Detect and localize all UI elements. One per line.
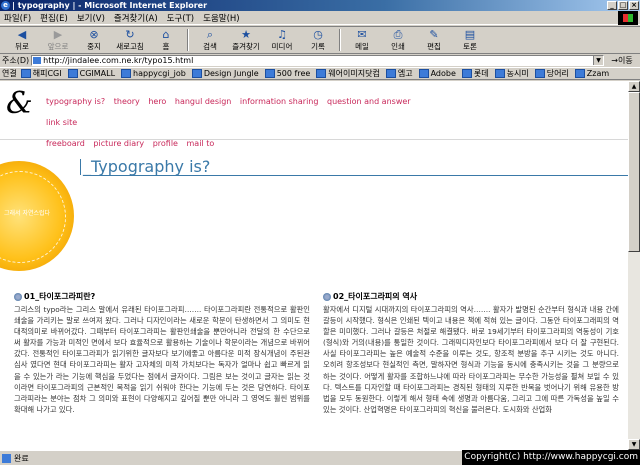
media-icon: ♫	[277, 27, 287, 41]
chevron-down-icon[interactable]: ▼	[593, 56, 603, 65]
nav-hero[interactable]: hero	[148, 97, 166, 106]
menu-bar: 파일(F) 편집(E) 보기(V) 즐겨찾기(A) 도구(T) 도움말(H)	[0, 11, 640, 25]
toolbar-separator	[187, 29, 189, 51]
search-button[interactable]: ⌕ 검색	[192, 27, 228, 53]
scroll-thumb[interactable]	[628, 92, 640, 252]
title-underline	[83, 175, 628, 176]
print-button[interactable]: ⎙ 인쇄	[380, 27, 416, 53]
link-item[interactable]: 당어리	[535, 68, 569, 79]
go-button[interactable]: →이동	[604, 55, 640, 66]
status-text: 완료	[14, 453, 29, 463]
discuss-icon: ▤	[464, 27, 476, 41]
nav-typography-is[interactable]: typography is?	[46, 97, 105, 106]
ie-icon: e	[1, 1, 10, 10]
link-item[interactable]: 500 free	[265, 69, 311, 78]
edit-icon: ✎	[429, 27, 439, 41]
refresh-button[interactable]: ↻ 새로고침	[112, 27, 148, 53]
nav-mail-to[interactable]: mail to	[187, 139, 215, 148]
page-title: _Typography is?	[79, 157, 211, 176]
section-typography-history: 02_타이포그라피의 역사 활자에서 디지털 시대까지의 타이포그라피의 역사……	[323, 291, 619, 415]
nav-freeboard[interactable]: freeboard	[46, 139, 85, 148]
section-what-is-typography: 01_타이포그라피란? 그리스의 typo라는 그리스 말에서 유래된 타이포그…	[14, 291, 310, 415]
page-done-icon	[2, 453, 11, 463]
vertical-scrollbar[interactable]: ▲ ▼	[628, 81, 640, 450]
media-button[interactable]: ♫ 미디어	[264, 27, 300, 53]
windows-logo-icon	[618, 11, 638, 25]
menu-tools[interactable]: 도구(T)	[167, 12, 194, 24]
link-item[interactable]: Zzam	[575, 69, 609, 78]
star-icon: ★	[241, 27, 251, 41]
stop-button[interactable]: ⊗ 중지	[76, 27, 112, 53]
edit-button[interactable]: ✎ 편집	[416, 27, 452, 53]
page-icon	[33, 57, 42, 64]
link-item[interactable]: 롯데	[462, 68, 489, 79]
nav-profile[interactable]: profile	[153, 139, 178, 148]
search-icon: ⌕	[206, 27, 214, 41]
link-item[interactable]: Adobe	[419, 69, 456, 78]
nav-picture-diary[interactable]: picture diary	[93, 139, 144, 148]
bullet-icon	[323, 292, 331, 301]
stop-icon: ⊗	[89, 27, 99, 41]
scroll-down-icon[interactable]: ▼	[628, 439, 640, 450]
mail-icon: ✉	[357, 27, 367, 41]
back-button[interactable]: ◀ 뒤로	[4, 27, 40, 53]
nav-question-and-answer[interactable]: question and answer	[327, 97, 411, 106]
nav-link-site[interactable]: link site	[46, 118, 77, 127]
title-bar: e | typography | - Microsoft Internet Ex…	[0, 0, 640, 11]
address-url: http://jindalee.com.ne.kr/typo15.html	[43, 56, 194, 65]
toolbar-separator	[339, 29, 341, 51]
copyright-watermark: Copyright(c) http://www.happycgi.com	[462, 450, 640, 465]
forward-button[interactable]: ▶ 앞으로	[40, 27, 76, 53]
menu-file[interactable]: 파일(F)	[4, 12, 31, 24]
address-input[interactable]: http://jindalee.com.ne.kr/typo15.html ▼	[31, 55, 604, 66]
link-item[interactable]: 해피CGI	[21, 68, 62, 79]
address-bar: 주소(D) http://jindalee.com.ne.kr/typo15.h…	[0, 54, 640, 67]
section-body: 그리스의 typo라는 그리스 말에서 유래된 타이포그라피……. 타이포그라피…	[14, 305, 310, 414]
bullet-icon	[14, 292, 22, 301]
nav-theory[interactable]: theory	[114, 97, 140, 106]
nav-hangul-design[interactable]: hangul design	[175, 97, 232, 106]
history-button[interactable]: ◷ 기록	[300, 27, 336, 53]
menu-favorites[interactable]: 즐겨찾기(A)	[114, 12, 158, 24]
minimize-button[interactable]: _	[607, 1, 617, 10]
address-label: 주소(D)	[2, 56, 30, 65]
section-heading: 01_타이포그라피란?	[24, 292, 96, 301]
nav-information-sharing[interactable]: information sharing	[240, 97, 319, 106]
link-item[interactable]: 웨어이미지닷컴	[316, 68, 380, 79]
menu-help[interactable]: 도움말(H)	[203, 12, 239, 24]
link-item[interactable]: CGIMALL	[68, 69, 115, 78]
home-button[interactable]: ⌂ 홈	[148, 27, 184, 53]
maximize-button[interactable]: □	[618, 1, 628, 10]
menu-edit[interactable]: 편집(E)	[40, 12, 68, 24]
close-button[interactable]: ×	[629, 1, 639, 10]
mail-button[interactable]: ✉ 메일	[344, 27, 380, 53]
divider	[0, 139, 628, 140]
back-arrow-icon: ◀	[17, 27, 27, 41]
scroll-up-icon[interactable]: ▲	[628, 81, 640, 92]
page-content: & typography is? theory hero hangul desi…	[0, 81, 628, 450]
print-icon: ⎙	[393, 27, 403, 41]
links-bar: 연결 해피CGI CGIMALL happycgi_job Design Jun…	[0, 67, 640, 80]
link-item[interactable]: 농시미	[495, 68, 529, 79]
orange-caption: 그래서 자연스럽다	[4, 210, 51, 217]
section-body: 활자에서 디지털 시대까지의 타이포그라피의 역사……. 활자가 발명된 순간부…	[323, 305, 619, 414]
menu-view[interactable]: 보기(V)	[77, 12, 105, 24]
link-item[interactable]: happycgi_job	[121, 69, 186, 78]
home-icon: ⌂	[162, 27, 170, 41]
window-title: | typography | - Microsoft Internet Expl…	[12, 1, 208, 10]
link-item[interactable]: Design Jungle	[192, 69, 259, 78]
ampersand-logo[interactable]: &	[6, 86, 33, 121]
browser-window: e | typography | - Microsoft Internet Ex…	[0, 0, 640, 465]
links-label: 연결	[2, 69, 17, 78]
link-item[interactable]: 엠고	[386, 68, 413, 79]
favorites-button[interactable]: ★ 즐겨찾기	[228, 27, 264, 53]
standard-toolbar: ◀ 뒤로 ▶ 앞으로 ⊗ 중지 ↻ 새로고침 ⌂ 홈 ⌕ 검색 ★ 즐겨찾기 ♫ 미디어 ◷ 기록…	[0, 26, 640, 54]
discuss-button[interactable]: ▤ 토론	[452, 27, 488, 53]
forward-arrow-icon: ▶	[53, 27, 63, 41]
site-navigation: typography is? theory hero hangul design…	[46, 97, 446, 160]
section-heading: 02_타이포그라피의 역사	[333, 292, 418, 301]
history-icon: ◷	[313, 27, 323, 41]
refresh-icon: ↻	[125, 27, 135, 41]
